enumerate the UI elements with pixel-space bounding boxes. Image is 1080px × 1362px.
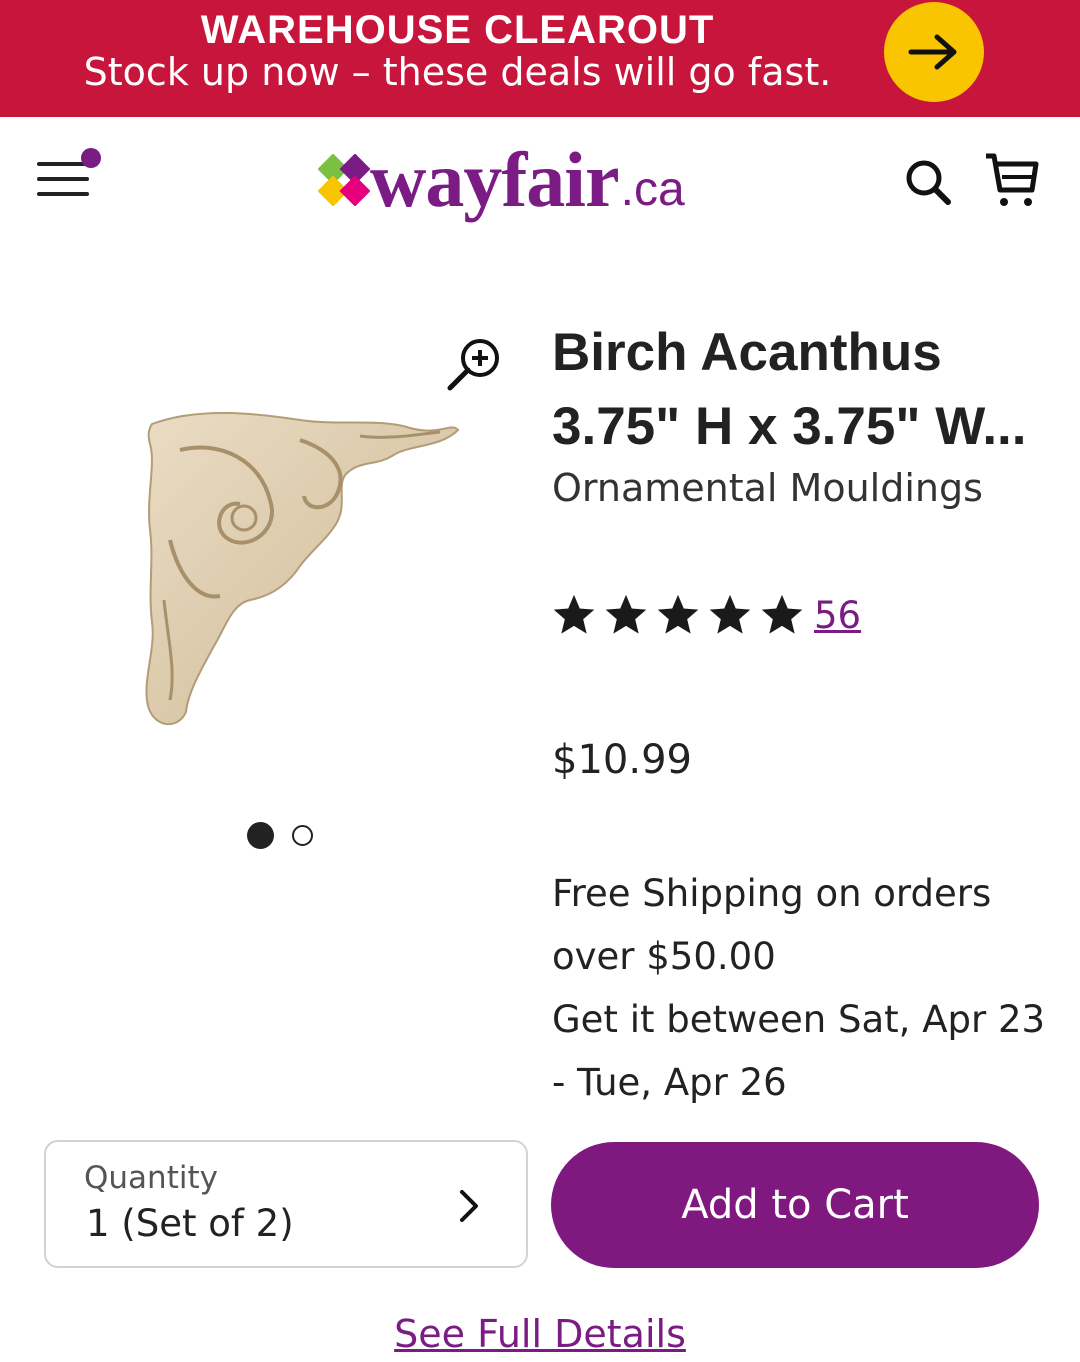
promo-arrow-button[interactable] — [884, 2, 984, 102]
add-to-cart-button[interactable]: Add to Cart — [551, 1142, 1039, 1268]
menu-button[interactable] — [34, 148, 104, 204]
quantity-value: 1 (Set of 2) — [86, 1202, 294, 1245]
search-icon — [906, 160, 951, 205]
arrow-right-icon — [908, 34, 957, 70]
chevron-right-icon — [460, 1190, 478, 1222]
delivery-line1: Get it between Sat, Apr 23 — [552, 998, 1046, 1041]
star-icon — [657, 594, 699, 634]
star-icon — [553, 594, 595, 634]
logo-text: wayfair — [370, 136, 620, 223]
zoom-button[interactable] — [444, 334, 504, 394]
promo-subtitle: Stock up now – these deals will go fast. — [83, 50, 832, 94]
delivery-line2: - Tue, Apr 26 — [552, 1061, 787, 1104]
hamburger-menu-icon — [37, 148, 101, 196]
product-price: $10.99 — [552, 737, 692, 783]
cart-icon — [986, 153, 1039, 206]
see-full-details-link[interactable]: See Full Details — [0, 1312, 1080, 1356]
shipping-line2: over $50.00 — [552, 935, 776, 978]
product-title-line1: Birch Acanthus — [552, 323, 942, 382]
carousel-dot-active[interactable] — [247, 822, 274, 849]
review-count-link[interactable]: 56 — [814, 594, 861, 637]
zoom-in-icon — [447, 339, 499, 391]
promo-title: WAREHOUSE CLEAROUT — [200, 8, 715, 52]
star-icon — [761, 594, 803, 634]
wayfair-logo[interactable]: wayfair .ca — [318, 136, 685, 223]
search-button[interactable] — [902, 156, 954, 208]
promo-banner[interactable]: WAREHOUSE CLEAROUT Stock up now – these … — [0, 0, 1080, 117]
logo-suffix: .ca — [620, 162, 685, 216]
rating-stars — [550, 592, 806, 638]
product-brand[interactable]: Ornamental Mouldings — [552, 466, 983, 510]
carousel-dot[interactable] — [292, 825, 313, 846]
delivery-info: Get it between Sat, Apr 23 - Tue, Apr 26 — [552, 988, 1072, 1114]
quantity-label: Quantity — [84, 1160, 218, 1196]
star-icon — [709, 594, 751, 634]
quantity-selector[interactable]: Quantity 1 (Set of 2) — [44, 1140, 528, 1268]
wayfair-pinwheel-icon — [318, 154, 370, 206]
product-image[interactable] — [140, 400, 470, 740]
star-icon — [605, 594, 647, 634]
cart-button[interactable] — [982, 150, 1042, 210]
shipping-info: Free Shipping on orders over $50.00 — [552, 862, 1052, 988]
acanthus-corner-image — [145, 411, 460, 726]
shipping-line1: Free Shipping on orders — [552, 872, 992, 915]
product-title: Birch Acanthus 3.75" H x 3.75" W... — [552, 316, 1052, 464]
product-title-line2: 3.75" H x 3.75" W... — [552, 397, 1027, 456]
